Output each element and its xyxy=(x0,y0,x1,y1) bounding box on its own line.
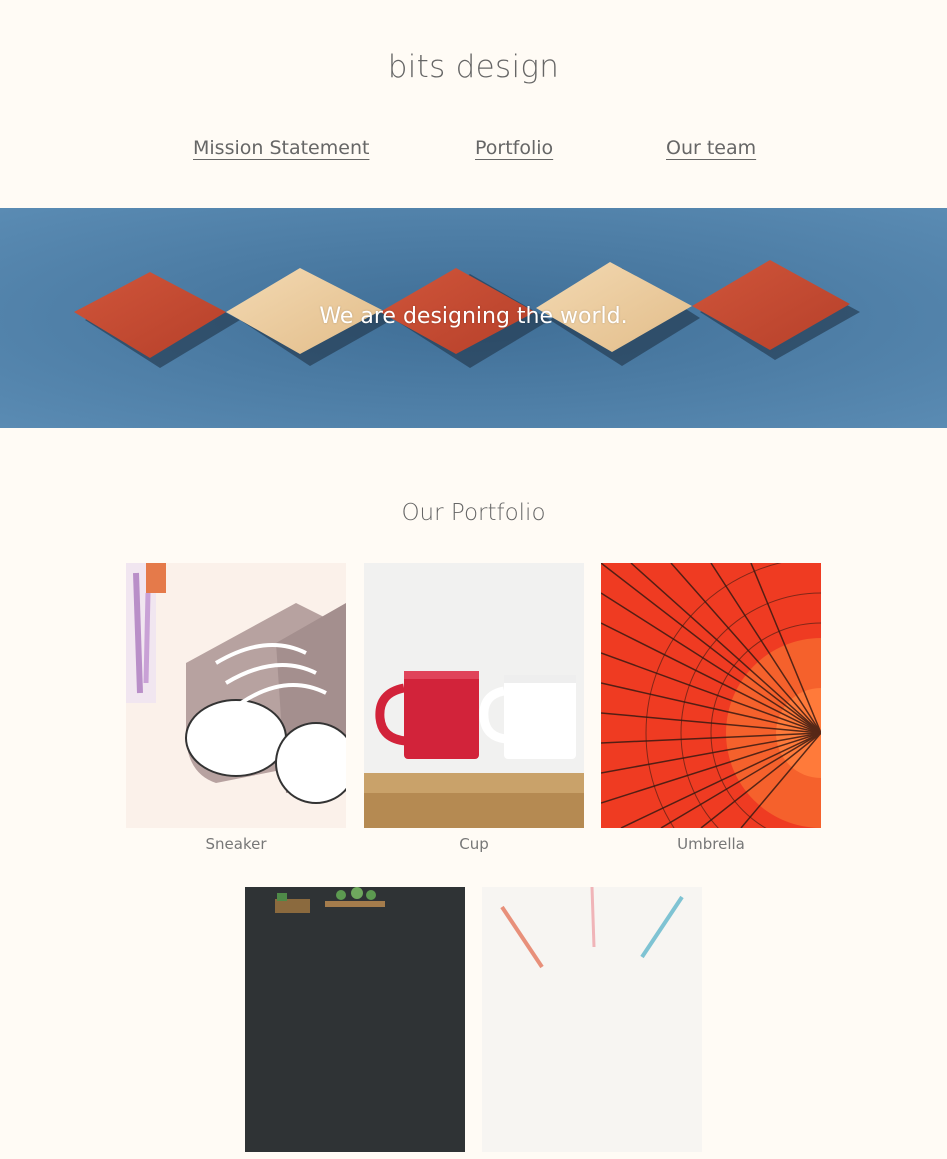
nav-link-portfolio[interactable]: Portfolio xyxy=(475,135,553,161)
cup-image xyxy=(364,563,584,828)
site-title: bits design xyxy=(387,49,560,85)
portfolio-card-4[interactable] xyxy=(245,887,465,1159)
nav-link-our-team[interactable]: Our team xyxy=(666,135,756,161)
shelf-image xyxy=(245,887,465,1152)
portfolio-heading: Our Portfolio xyxy=(401,500,546,526)
sneaker-image xyxy=(126,563,346,828)
umbrella-image xyxy=(601,563,821,828)
portfolio-card-cup[interactable]: Cup xyxy=(364,563,584,853)
main-nav: Mission Statement Portfolio Our team xyxy=(0,135,947,165)
hero-tagline: We are designing the world. xyxy=(319,304,628,329)
portfolio-card-umbrella[interactable]: Umbrella xyxy=(601,563,821,853)
portfolio-caption-umbrella: Umbrella xyxy=(677,835,745,853)
pencils-image xyxy=(482,887,702,1152)
portfolio-caption-cup: Cup xyxy=(459,835,489,853)
hero-banner: We are designing the world. xyxy=(0,208,947,428)
nav-link-mission-statement[interactable]: Mission Statement xyxy=(193,135,369,161)
portfolio-card-sneaker[interactable]: Sneaker xyxy=(126,563,346,853)
portfolio-caption-sneaker: Sneaker xyxy=(205,835,267,853)
portfolio-card-5[interactable] xyxy=(482,887,702,1159)
